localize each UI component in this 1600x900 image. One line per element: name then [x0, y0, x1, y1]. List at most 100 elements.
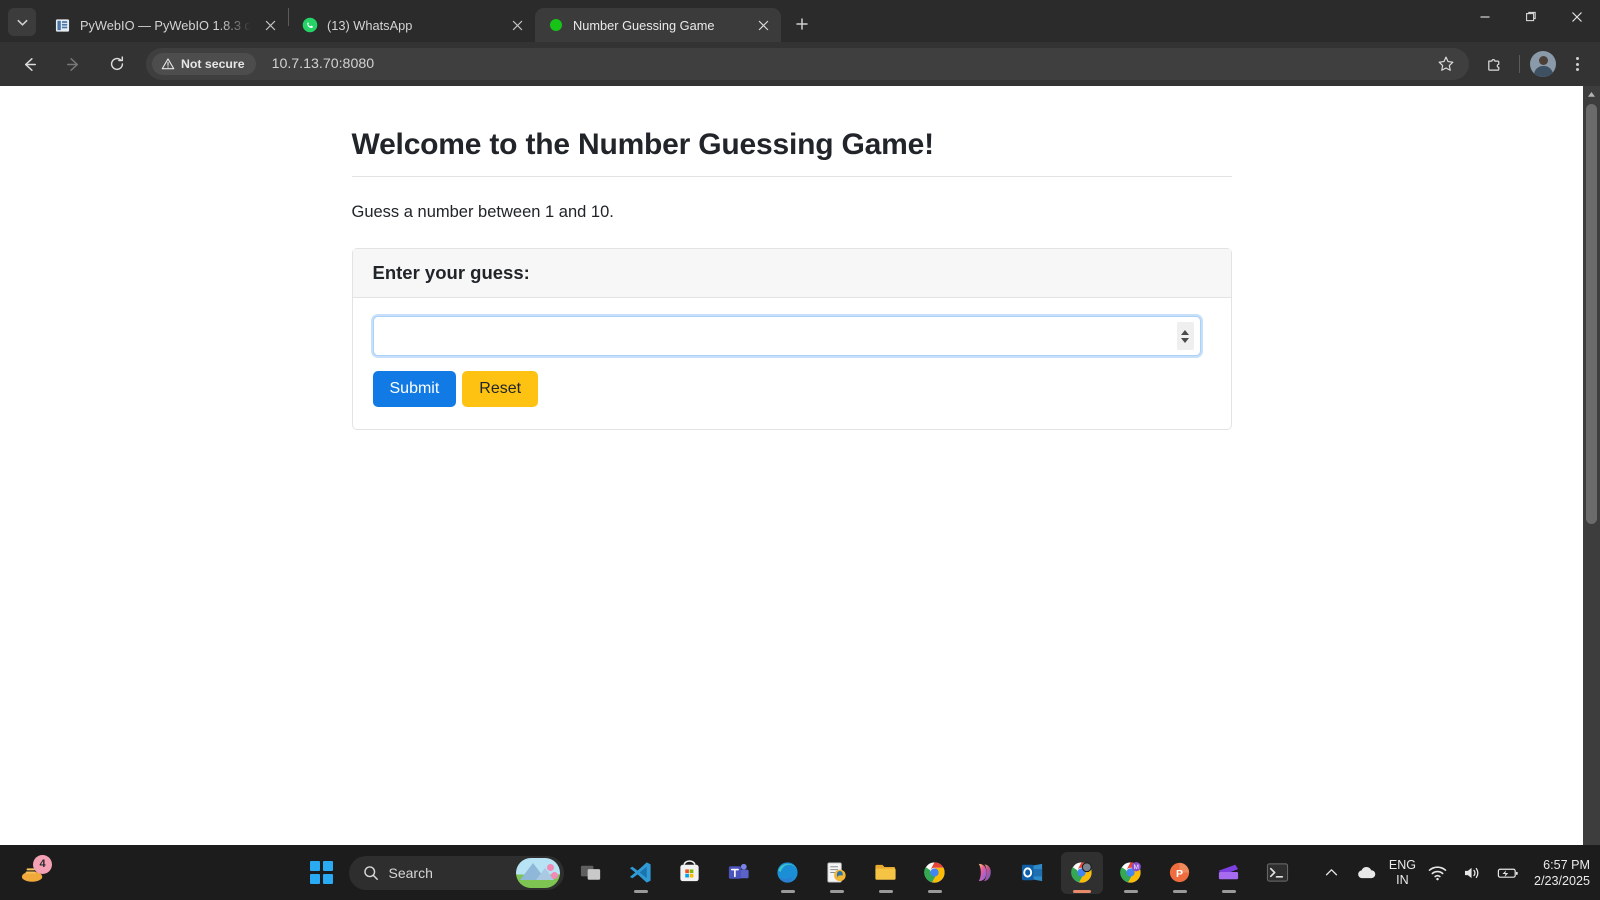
reload-button[interactable] [101, 48, 133, 80]
warning-triangle-icon [161, 58, 175, 70]
start-button[interactable] [302, 853, 342, 893]
chrome-icon [924, 862, 945, 883]
taskbar-app-microsoft-edge[interactable] [767, 852, 809, 894]
forward-button[interactable] [57, 48, 89, 80]
minimize-button[interactable] [1462, 0, 1508, 33]
star-icon [1438, 56, 1454, 71]
whatsapp-icon [301, 17, 318, 34]
taskbar-app-copilot[interactable] [963, 852, 1005, 894]
wifi-tray-icon[interactable] [1425, 858, 1451, 888]
chrome-active-icon [1071, 862, 1092, 883]
taskbar-app-chrome-profile-m[interactable]: M [1110, 852, 1152, 894]
onedrive-tray-icon[interactable] [1354, 858, 1380, 888]
taskbar-app-python-editor[interactable] [816, 852, 858, 894]
submit-button[interactable]: Submit [372, 371, 457, 407]
taskbar-app-microsoft-teams[interactable] [718, 852, 760, 894]
instructions-text: Guess a number between 1 and 10. [351, 203, 614, 221]
search-highlight-thumbnail [515, 857, 560, 888]
toolbar-divider [1519, 55, 1520, 73]
scroll-up-arrow[interactable] [1583, 86, 1600, 103]
pywebio-docs-icon [54, 17, 71, 34]
close-icon [758, 20, 768, 30]
tab-close-button[interactable] [507, 15, 527, 35]
taskbar-search[interactable]: Search [348, 855, 564, 890]
back-arrow-icon [24, 57, 36, 71]
tab-strip: PyWebIO — PyWebIO 1.8.3 doc (13) WhatsAp… [0, 0, 1600, 42]
form-body: Submit Reset [353, 298, 1231, 429]
system-tray: ENG IN 6:57 PM 2/23/2025 [1319, 857, 1590, 889]
guess-input-wrapper[interactable] [372, 316, 1201, 356]
profile-avatar[interactable] [1530, 51, 1556, 77]
tab-close-button[interactable] [753, 15, 773, 35]
task-view-icon [580, 865, 601, 880]
language-indicator[interactable]: ENG IN [1389, 858, 1416, 888]
taskbar-app-google-chrome[interactable] [914, 852, 956, 894]
taskbar-app-chrome-active[interactable] [1060, 851, 1103, 894]
spinner-up-arrow[interactable] [1181, 329, 1189, 335]
close-icon [1572, 11, 1582, 22]
cloud-icon [1358, 866, 1376, 878]
reset-button[interactable]: Reset [462, 371, 539, 407]
close-icon [265, 20, 275, 30]
battery-tray-icon[interactable] [1495, 858, 1521, 888]
windows-logo-icon [310, 861, 333, 884]
number-spinner-icon[interactable] [1176, 322, 1194, 350]
tab-whatsapp[interactable]: (13) WhatsApp [289, 8, 535, 42]
plus-icon [796, 18, 808, 30]
tab-title: (13) WhatsApp [327, 17, 413, 33]
close-icon [512, 20, 522, 30]
taskbar-left: 4 [12, 852, 54, 894]
chevron-up-icon [1326, 869, 1338, 876]
chevron-down-icon [17, 19, 27, 26]
spinner-down-arrow[interactable] [1181, 337, 1189, 343]
language-code: ENG [1388, 857, 1416, 872]
site-security-button[interactable]: Not secure [152, 53, 256, 75]
taskbar-app-powerpoint[interactable]: P [1159, 852, 1201, 894]
chrome-profile-icon: M [1120, 862, 1141, 883]
tab-search-button[interactable] [8, 8, 36, 36]
clock[interactable]: 6:57 PM 2/23/2025 [1534, 857, 1590, 889]
volume-tray-icon[interactable] [1460, 858, 1486, 888]
taskbar-app-outlook[interactable] [1012, 852, 1054, 894]
clock-time: 6:57 PM [1543, 857, 1590, 872]
tab-title: PyWebIO — PyWebIO 1.8.3 doc [80, 17, 251, 33]
taskbar-app-microsoft-store[interactable] [669, 852, 711, 894]
address-bar[interactable]: Not secure 10.7.13.70:8080 [146, 48, 1469, 80]
taskbar-app-file-explorer[interactable] [865, 852, 907, 894]
tray-overflow-button[interactable] [1319, 858, 1345, 888]
new-tab-button[interactable] [787, 9, 817, 39]
close-window-button[interactable] [1554, 0, 1600, 33]
microsoft-store-icon [680, 860, 699, 882]
forward-arrow-icon [66, 57, 78, 71]
title-divider [351, 176, 1232, 177]
page-viewport: Welcome to the Number Guessing Game! Gue… [0, 86, 1600, 845]
taskbar-app-task-view[interactable] [571, 852, 613, 894]
extensions-button[interactable] [1479, 49, 1509, 79]
url-text: 10.7.13.70:8080 [271, 56, 375, 72]
back-button[interactable] [13, 48, 45, 80]
region-code: IN [1396, 872, 1409, 887]
guess-input[interactable] [373, 317, 1177, 355]
taskbar-app-terminal[interactable] [1257, 852, 1299, 894]
scrollbar-thumb[interactable] [1586, 104, 1597, 524]
chrome-menu-button[interactable] [1562, 49, 1592, 79]
green-circle-icon [547, 17, 564, 34]
clipchamp-icon [1218, 864, 1239, 880]
page-title: Welcome to the Number Guessing Game! [351, 128, 935, 161]
notification-app-icon[interactable]: 4 [12, 852, 54, 894]
copilot-icon [978, 863, 991, 882]
taskbar-app-purple[interactable] [1208, 852, 1250, 894]
windows-taskbar: 4 Search M P ENG IN 6:57 PM 2/23/2025 [0, 845, 1600, 900]
window-controls [1462, 0, 1600, 33]
minimize-icon [1480, 15, 1490, 18]
page-scrollbar[interactable] [1583, 86, 1600, 845]
tab-pywebio-docs[interactable]: PyWebIO — PyWebIO 1.8.3 doc [42, 8, 288, 42]
maximize-button[interactable] [1508, 0, 1554, 33]
terminal-icon [1266, 863, 1289, 882]
taskbar-app-vs-code[interactable] [620, 852, 662, 894]
vs-code-icon [629, 862, 651, 883]
tab-number-guessing-game[interactable]: Number Guessing Game [535, 8, 781, 42]
bookmark-button[interactable] [1431, 49, 1461, 79]
form-actions: Submit Reset [372, 371, 1211, 407]
tab-close-button[interactable] [260, 15, 280, 35]
